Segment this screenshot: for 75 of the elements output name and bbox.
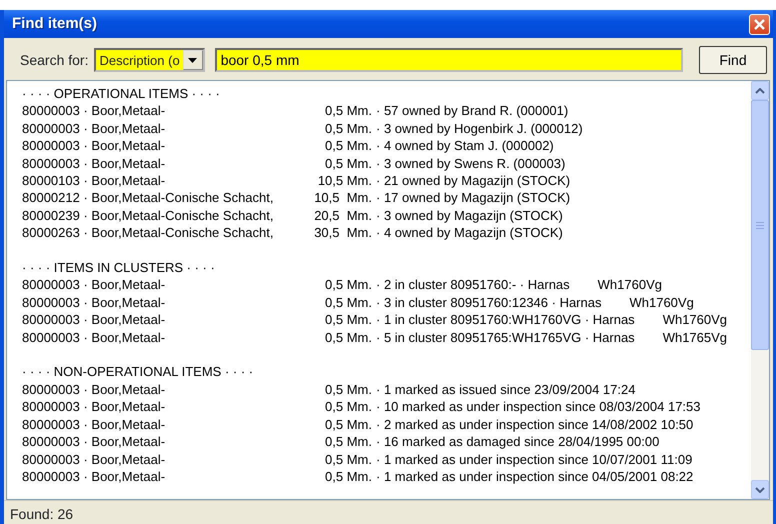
item-size: 0,5 Mm. [324,450,373,468]
item-size: 0,5 Mm. [324,380,373,398]
scroll-down-button[interactable] [751,480,769,499]
section-heading: · · · · NON-OPERATIONAL ITEMS · · · · [22,363,254,381]
item-code: Wh1765Vg [662,328,728,346]
item-detail: · 3 owned by Magazijn (STOCK) [376,206,563,224]
item-detail: · 1 marked as under inspection since 10/07/2001 11:09 [376,450,692,468]
item-name: 80000103 · Boor,Metaal- [22,172,166,190]
close-icon [754,18,765,30]
grip-icon [756,222,764,228]
search-label: Search for: [20,50,88,70]
item-size: 0,5 Mm. [324,311,373,329]
item-size: 20,5 Mm. [313,206,373,224]
item-size: 0,5 Mm. [324,276,373,294]
item-size: 10,5 Mm. [316,172,373,190]
search-input[interactable]: boor 0,5 mm [214,48,683,72]
item-name: 80000003 · Boor,Metaal- [22,276,166,294]
item-size: 0,5 Mm. [324,416,373,434]
item-detail: · 57 owned by Brand R. (000001) [376,102,568,120]
section-heading: · · · · OPERATIONAL ITEMS · · · · [22,85,220,102]
item-name: 80000003 · Boor,Metaal- [22,433,166,450]
scroll-thumb[interactable] [751,100,769,350]
item-code: Wh1760Vg [629,294,694,312]
item-size: 0,5 Mm. [324,120,373,138]
item-size: 0,5 Mm. [324,137,373,155]
item-size: 0,5 Mm. [324,433,373,450]
find-button[interactable]: Find [699,46,767,74]
item-name: 80000003 · Boor,Metaal- [22,311,166,329]
item-name: 80000212 · Boor,Metaal-Conische Schacht, [22,189,274,207]
item-detail: · 21 owned by Magazijn (STOCK) [376,172,570,190]
item-name: 80000003 · Boor,Metaal- [22,328,166,346]
item-detail: · 3 owned by Hogenbirk J. (000012) [376,120,583,138]
item-name: 80000003 · Boor,Metaal- [22,120,166,138]
item-detail: · 2 in cluster 80951760:- · Harnas [376,276,570,294]
item-detail: · 16 marked as damaged since 28/04/1995 00:00 [376,433,660,450]
item-detail: · 3 in cluster 80951760:12346 · Harnas [376,294,602,312]
item-name: 80000003 · Boor,Metaal- [22,450,166,468]
item-name: 80000003 · Boor,Metaal- [22,398,166,416]
item-detail: · 5 in cluster 80951765:WH1765VG · Harnas [376,328,635,346]
search-field-dropdown[interactable]: Description (o [94,48,205,72]
item-size: 30,5 Mm. [313,224,373,242]
item-detail: · 1 marked as issued since 23/09/2004 17:24 [376,380,636,398]
window-title: Find item(s) [12,14,97,34]
item-size: 10,5 Mm. [313,189,373,207]
item-size: 0,5 Mm. [324,154,373,172]
section-heading: · · · · ITEMS IN CLUSTERS · · · · [22,259,215,276]
item-size: 0,5 Mm. [324,468,373,486]
item-detail: · 2 marked as under inspection since 14/08/2002 10:50 [376,416,694,434]
item-name: 80000003 · Boor,Metaal- [22,137,166,155]
item-name: 80000239 · Boor,Metaal-Conische Schacht, [22,206,274,224]
caret-icon [188,58,198,62]
item-code: Wh1760Vg [598,276,662,294]
item-name: 80000003 · Boor,Metaal- [22,380,166,398]
item-name: 80000003 · Boor,Metaal- [22,294,166,312]
item-detail: · 10 marked as under inspection since 08/03/2004 17:53 [376,398,700,416]
item-size: 0,5 Mm. [324,328,373,346]
item-code: Wh1760Vg [662,311,728,329]
item-size: 0,5 Mm. [324,398,373,416]
item-detail: · 4 owned by Magazijn (STOCK) [376,224,563,242]
item-detail: · 1 in cluster 80951760:WH1760VG · Harnas [376,311,635,329]
item-name: 80000003 · Boor,Metaal- [22,102,166,120]
close-button[interactable] [749,14,770,34]
item-detail: · 4 owned by Stam J. (000002) [376,137,554,155]
item-detail: · 17 owned by Magazijn (STOCK) [376,189,570,207]
item-name: 80000003 · Boor,Metaal- [22,468,166,486]
scroll-up-button[interactable] [751,81,769,100]
status-bar: Found: 26 [4,500,773,524]
item-name: 80000263 · Boor,Metaal-Conische Schacht, [22,224,274,242]
item-name: 80000003 · Boor,Metaal- [22,416,166,434]
item-size: 0,5 Mm. [324,102,373,120]
item-name: 80000003 · Boor,Metaal- [22,154,166,172]
item-detail: · 3 owned by Swens R. (000003) [376,154,566,172]
item-size: 0,5 Mm. [324,294,373,312]
scrollbar[interactable] [751,81,769,499]
item-detail: · 1 marked as under inspection since 04/05/2001 08:22 [376,468,694,486]
